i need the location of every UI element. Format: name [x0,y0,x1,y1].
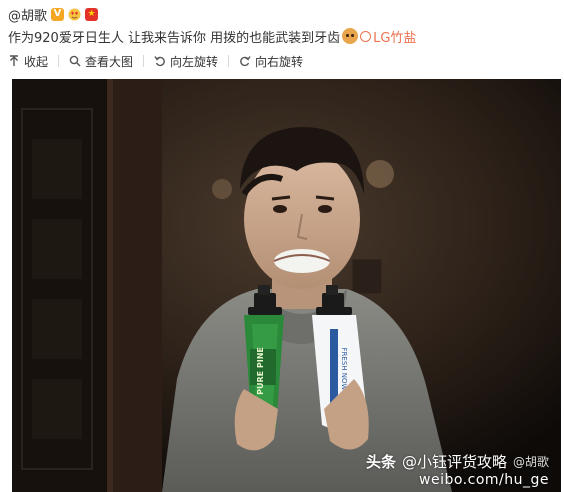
dog-emoji-icon [342,28,359,44]
rotate-right-button[interactable]: 向右旋转 [239,53,303,70]
post-text-body: 作为920爱牙日生人 让我来告诉你 用拨的也能武装到牙齿 [8,30,341,46]
watermark: 头条 @小钰评货攻略 @胡歌 weibo.com/hu_ge [366,451,549,488]
image-toolbar: 收起 查看大图 向左旋转 向右旋转 [8,52,303,70]
rotate-left-button[interactable]: 向左旋转 [154,53,218,70]
tube-left-label: PURE PINE [256,347,265,395]
verified-vip-icon[interactable]: V [51,7,65,21]
toolbar-divider [143,55,145,67]
view-large-button[interactable]: 查看大图 [69,53,133,70]
magnifier-icon [69,55,81,67]
rotate-right-icon [240,56,251,67]
toolbar-divider [58,55,60,67]
toolbar-divider [228,55,230,67]
collapse-label: 收起 [24,54,49,69]
watermark-source: @小钰评货攻略 [401,453,507,471]
flag-badge-icon: ★ [85,7,99,21]
watermark-url: weibo.com/hu_ge [419,472,549,488]
username[interactable]: @胡歌 [8,5,47,24]
heart-eyes-emoji-icon [68,8,81,21]
tube-right-label: FRESH NOW [340,348,348,391]
mention-link[interactable]: LG竹盐 [373,27,416,46]
rotate-left-label: 向左旋转 [170,54,219,69]
watermark-weibo-handle: @胡歌 [512,455,549,469]
collapse-arrow-icon [10,55,18,66]
post-photo[interactable]: PURE PINE FRESH NOW 头条 @小钰评货攻略 @胡歌 weibo… [12,79,561,492]
view-large-label: 查看大图 [85,54,134,69]
photo-illustration: PURE PINE FRESH NOW [12,79,561,492]
collapse-button[interactable]: 收起 [8,53,48,70]
rotate-left-icon [154,56,165,67]
mention-link-icon [360,30,372,42]
rotate-right-label: 向右旋转 [255,54,304,69]
watermark-brand: 头条 [365,453,396,471]
post-text: 作为920爱牙日生人 让我来告诉你 用拨的也能武装到牙齿 LG竹盐 [8,26,416,46]
post-header: @胡歌 V ★ [8,4,99,24]
